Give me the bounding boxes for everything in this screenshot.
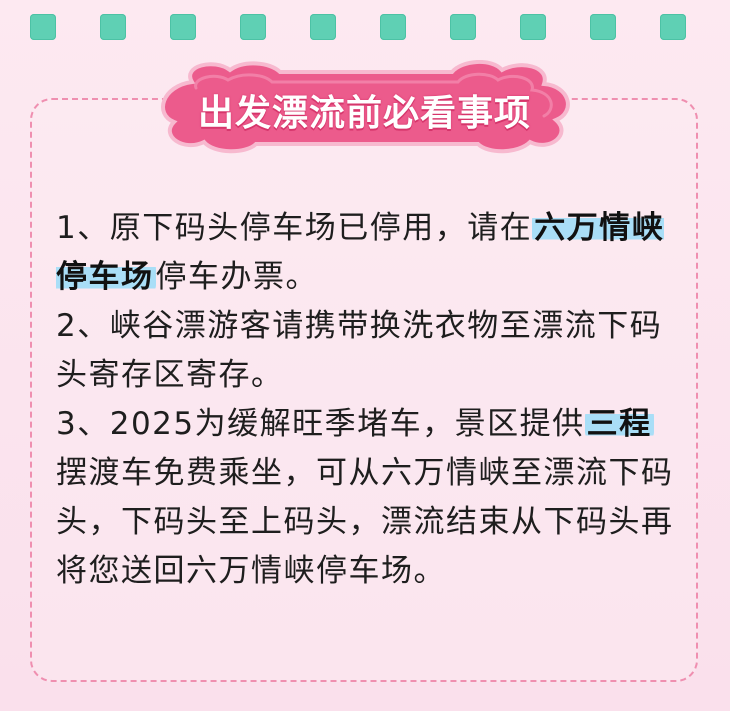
- notice-item-3: 3、2025为缓解旺季堵车，景区提供三程摆渡车免费乘坐，可从六万情峡至漂流下码头…: [56, 400, 686, 596]
- decor-square: [170, 14, 196, 40]
- decorative-squares-row: [0, 14, 730, 44]
- decor-square: [30, 14, 56, 40]
- notice-item-2: 2、峡谷漂游客请携带换洗衣物至漂流下码头寄存区寄存。: [56, 302, 686, 400]
- page-title: 出发漂流前必看事项: [197, 93, 531, 134]
- notice-item-1: 1、原下码头停车场已停用，请在六万情峡停车场停车办票。: [56, 204, 686, 302]
- notice-3-text-a: 3、2025为缓解旺季堵车，景区提供: [56, 406, 585, 442]
- title-banner: 出发漂流前必看事项: [152, 60, 577, 154]
- notice-1-text-b: 停车办票。: [155, 259, 318, 295]
- notice-2-text: 2、峡谷漂游客请携带换洗衣物至漂流下码头寄存区寄存。: [56, 308, 663, 393]
- decor-square: [590, 14, 616, 40]
- decor-square: [520, 14, 546, 40]
- decor-square: [380, 14, 406, 40]
- decor-square: [310, 14, 336, 40]
- notice-3-text-b: 摆渡车免费乘坐，可从六万情峡至漂流下码头，下码头至上码头，漂流结束从下码头再将您…: [56, 455, 674, 589]
- decor-square: [660, 14, 686, 40]
- decor-square: [450, 14, 476, 40]
- decor-square: [100, 14, 126, 40]
- notice-list: 1、原下码头停车场已停用，请在六万情峡停车场停车办票。 2、峡谷漂游客请携带换洗…: [56, 204, 686, 596]
- notice-3-highlight-three-routes: 三程: [584, 406, 654, 442]
- notice-1-text-a: 1、原下码头停车场已停用，请在: [56, 210, 533, 246]
- decor-square: [240, 14, 266, 40]
